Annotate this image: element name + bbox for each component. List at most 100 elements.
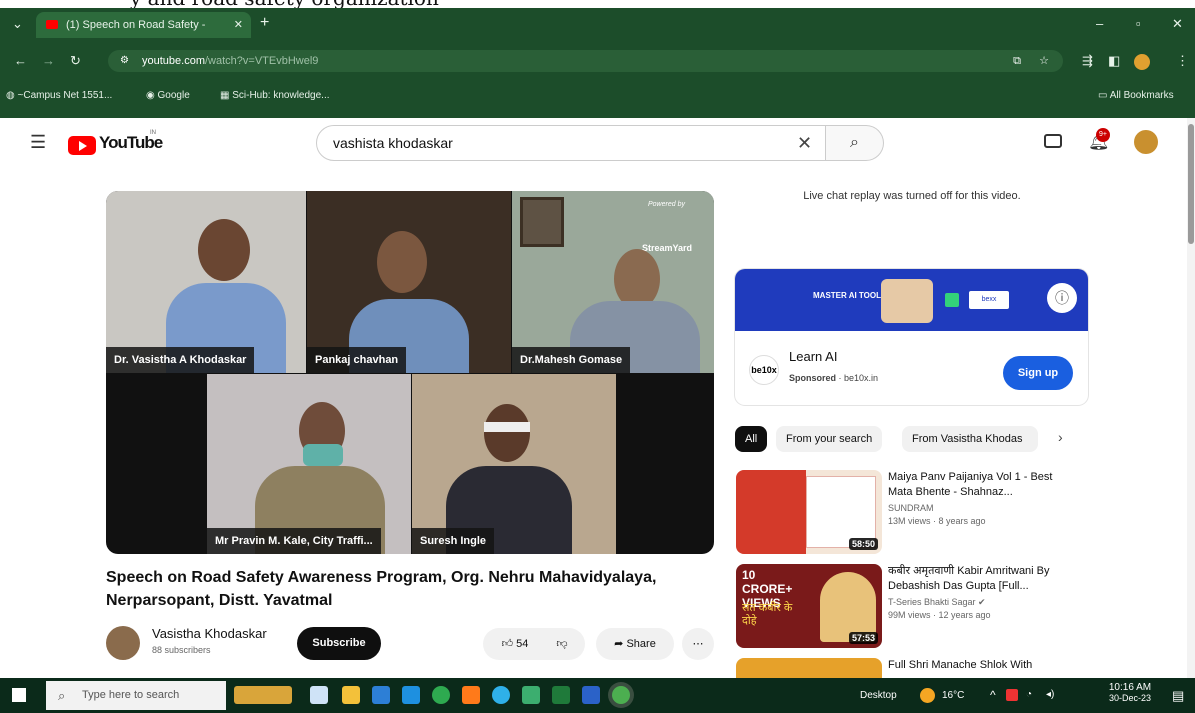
page-scrollbar[interactable]: [1187, 118, 1195, 678]
ad-logo: be10x: [749, 355, 779, 385]
related-video[interactable]: 58:50 Maiya Panv Paijaniya Vol 1 - Best …: [736, 470, 1086, 556]
chips-next-icon[interactable]: ›: [1058, 429, 1063, 445]
windows-taskbar: ⌕ Type here to search Desktop 16°C ^ ◔ ◂…: [0, 678, 1195, 713]
new-tab-icon[interactable]: +: [260, 14, 269, 32]
create-icon[interactable]: [1044, 134, 1062, 148]
channel-name[interactable]: Vasistha Khodaskar: [152, 626, 267, 641]
chip-all[interactable]: All: [735, 426, 768, 452]
word-icon[interactable]: [582, 686, 600, 704]
clock-time: 10:16 AM: [1108, 682, 1152, 693]
back-icon[interactable]: ←: [14, 53, 27, 68]
ad-signup-button[interactable]: Sign up: [1003, 356, 1073, 390]
ad-banner[interactable]: MASTER AI TOOLS bexx ⓘ: [735, 269, 1088, 331]
weather-icon[interactable]: [920, 688, 935, 703]
region-code: IN: [150, 130, 156, 136]
more-icon: ⋯: [692, 638, 704, 650]
network-icon[interactable]: ◔: [1026, 689, 1032, 700]
channel-avatar[interactable]: [106, 626, 140, 660]
video-player[interactable]: Dr. Vasistha A Khodaskar Pankaj chavhan …: [106, 191, 714, 554]
bookmark-scihub[interactable]: ▦ Sci-Hub: knowledge...: [220, 88, 330, 104]
ad-title: Learn AI: [789, 349, 838, 364]
search-button[interactable]: ⌕: [826, 125, 884, 161]
search-icon: ⌕: [850, 134, 859, 151]
tray-app-icon[interactable]: [1006, 689, 1018, 701]
install-icon[interactable]: ⧉: [1013, 50, 1021, 72]
subscribe-button[interactable]: Subscribe: [297, 627, 381, 660]
forward-icon[interactable]: →: [42, 53, 55, 68]
edge-icon[interactable]: [492, 686, 510, 704]
site-info-icon[interactable]: ⚙: [120, 50, 129, 72]
ad-info-icon[interactable]: ⓘ: [1047, 283, 1077, 313]
taskbar-widget-icon[interactable]: [234, 686, 292, 704]
ad-card[interactable]: MASTER AI TOOLS bexx ⓘ be10x Learn AI Sp…: [735, 269, 1088, 405]
video-thumbnail[interactable]: 58:50: [736, 470, 882, 554]
video-thumbnail[interactable]: [736, 658, 882, 678]
browser-tab[interactable]: (1) Speech on Road Safety - ✕: [36, 12, 251, 38]
address-bar[interactable]: ⚙ youtube.com/watch?v=VTEvbHwel9 ⧉ ☆: [108, 50, 1063, 72]
more-actions-button[interactable]: ⋯: [682, 628, 714, 660]
bookmark-star-icon[interactable]: ☆: [1039, 50, 1049, 72]
chrome-icon[interactable]: [432, 686, 450, 704]
page-caption-strip: y and road safety organization: [0, 0, 1195, 8]
close-tab-icon[interactable]: ✕: [234, 12, 243, 38]
video-channel: T-Series Bhakti Sagar ✔: [888, 597, 986, 607]
related-video[interactable]: 10 CRORE+ VIEWS संत कबीर के दोहे 57:53 क…: [736, 564, 1086, 650]
profile-avatar[interactable]: [1134, 54, 1150, 70]
browser-chrome: ⌄ (1) Speech on Road Safety - ✕ + – ▫ ✕ …: [0, 8, 1195, 118]
volume-icon[interactable]: ◂): [1046, 689, 1054, 700]
bookmark-google[interactable]: ◉ Google: [146, 88, 190, 104]
maximize-icon[interactable]: ▫: [1136, 16, 1141, 31]
account-avatar[interactable]: [1134, 130, 1158, 154]
chip-from-channel[interactable]: From Vasistha Khodas: [902, 426, 1038, 452]
task-view-icon[interactable]: [310, 686, 328, 704]
chip-from-search[interactable]: From your search: [776, 426, 883, 452]
desktop-label[interactable]: Desktop: [860, 690, 897, 701]
store-icon[interactable]: [372, 686, 390, 704]
powered-by-text: Powered by: [648, 201, 685, 208]
video-title: Maiya Panv Paijaniya Vol 1 - Best Mata B…: [888, 471, 1053, 498]
ad-banner-badge: bexx: [969, 291, 1009, 309]
brave-icon[interactable]: [462, 686, 480, 704]
share-button[interactable]: ➦ Share: [596, 628, 674, 660]
windows-start-icon[interactable]: [12, 688, 26, 702]
chrome-active-icon[interactable]: [612, 686, 630, 704]
clear-search-icon[interactable]: ✕: [797, 126, 812, 160]
like-button[interactable]: 👍︎ 54: [489, 628, 541, 660]
extensions-icon[interactable]: ⇶: [1082, 53, 1093, 69]
bookmark-campus-net[interactable]: ◍ ~Campus Net 1551...: [6, 88, 112, 104]
like-count: 54: [516, 638, 529, 650]
reload-icon[interactable]: ↻: [70, 53, 81, 69]
youtube-wordmark[interactable]: YouTube: [99, 133, 163, 153]
bookmark-all[interactable]: ▭ All Bookmarks: [1098, 88, 1174, 104]
minimize-icon[interactable]: –: [1096, 16, 1103, 31]
face-mask: [303, 444, 343, 466]
side-panel-icon[interactable]: ◧: [1108, 53, 1120, 69]
browser-menu-icon[interactable]: ⋮: [1176, 53, 1189, 69]
file-explorer-icon[interactable]: [342, 686, 360, 704]
excel-icon[interactable]: [552, 686, 570, 704]
notification-center-icon[interactable]: ▤: [1172, 688, 1184, 704]
participant-tile: Dr. Vasistha A Khodaskar: [106, 191, 306, 373]
video-title: कबीर अमृतवाणी Kabir Amritwani By Debashi…: [888, 565, 1050, 592]
taskbar-search-input[interactable]: ⌕ Type here to search: [46, 681, 226, 710]
clock[interactable]: 10:16 AM 30-Dec-23: [1100, 682, 1160, 703]
participant-tile: Pankaj chavhan: [307, 191, 511, 373]
search-value: vashista khodaskar: [333, 135, 453, 151]
subscriber-count: 88 subscribers: [152, 645, 211, 655]
search-input[interactable]: vashista khodaskar ✕: [316, 125, 826, 161]
scrollbar-thumb[interactable]: [1188, 124, 1194, 244]
related-video[interactable]: Full Shri Manache Shlok With: [736, 658, 1086, 678]
ad-banner-accent: [945, 293, 959, 307]
app-icon[interactable]: [522, 686, 540, 704]
caption-text: y and road safety organization: [130, 0, 439, 8]
video-thumbnail[interactable]: 10 CRORE+ VIEWS संत कबीर के दोहे 57:53: [736, 564, 882, 648]
tab-search-icon[interactable]: ⌄: [12, 16, 23, 32]
close-window-icon[interactable]: ✕: [1172, 16, 1183, 32]
dislike-button[interactable]: 👎︎: [545, 628, 579, 660]
mail-icon[interactable]: [402, 686, 420, 704]
menu-icon[interactable]: ☰: [30, 132, 46, 153]
tray-chevron-icon[interactable]: ^: [990, 688, 996, 702]
participant-name: Pankaj chavhan: [307, 347, 407, 373]
search-icon: ⌕: [58, 688, 66, 703]
youtube-logo-icon[interactable]: [68, 136, 96, 155]
